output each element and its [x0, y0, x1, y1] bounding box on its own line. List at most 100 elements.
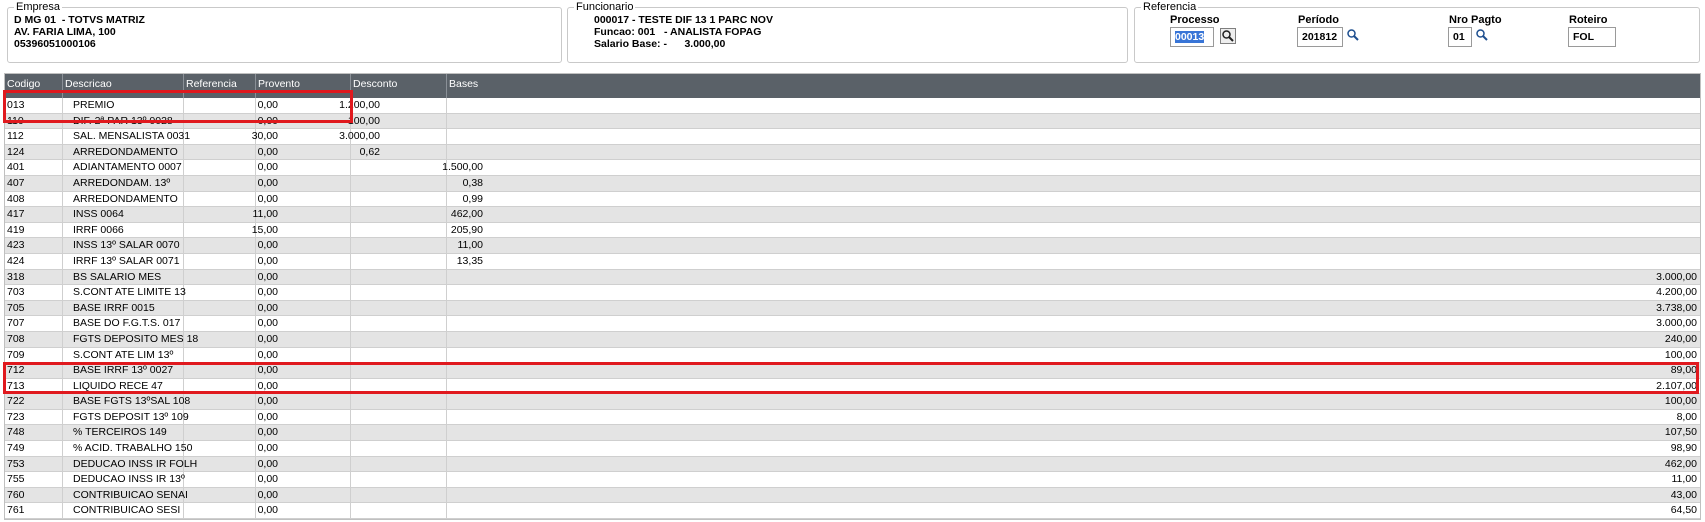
periodo-search-icon[interactable]: [1346, 28, 1362, 44]
cell-desconto: 1.500,00: [442, 161, 483, 174]
header-bases[interactable]: Bases: [449, 78, 478, 90]
cell-codigo: 761: [7, 504, 25, 517]
cell-descricao: SAL. MENSALISTA 0031: [73, 130, 191, 143]
cell-descricao: INSS 13º SALAR 0070: [73, 239, 180, 252]
cell-referencia: 0,00: [257, 348, 278, 361]
cell-descricao: FGTS DEPOSITO MES 18: [73, 332, 199, 345]
cell-desconto: 205,90: [450, 223, 483, 236]
table-row[interactable]: 753 DEDUCAO INSS IR FOLH 0,00 462,00: [5, 456, 1700, 473]
header-provento[interactable]: Provento: [258, 78, 300, 90]
table-row[interactable]: 749 % ACID. TRABALHO 150 0,00 98,90: [5, 441, 1700, 457]
table-header: Codigo Descricao Referencia Provento Des…: [5, 74, 1700, 98]
header-codigo[interactable]: Codigo: [7, 78, 40, 90]
table-row[interactable]: 760 CONTRIBUICAO SENAI 0,00 43,00: [5, 487, 1700, 504]
cell-codigo: 419: [7, 223, 25, 236]
cell-codigo: 112: [7, 130, 24, 143]
table-row[interactable]: 407 ARREDONDAM. 13º 0,00 0,38: [5, 175, 1700, 192]
empresa-title: Empresa: [14, 0, 63, 14]
cell-descricao: INSS 0064: [73, 208, 124, 221]
cell-descricao: BS SALARIO MES: [73, 270, 162, 283]
table-row[interactable]: 761 CONTRIBUICAO SESI 0,00 64,50: [5, 503, 1700, 520]
table-row[interactable]: 748 % TERCEIROS 149 0,00 107,50: [5, 425, 1700, 442]
cell-bases: 8,00: [1676, 410, 1697, 423]
nro-pagto-input[interactable]: 01: [1448, 27, 1472, 47]
table-row[interactable]: 712 BASE IRRF 13º 0027 0,00 89,00: [5, 363, 1700, 379]
cell-descricao: BASE DO F.G.T.S. 017: [73, 317, 181, 330]
cell-bases: 64,50: [1670, 504, 1697, 517]
cell-referencia: 0,00: [257, 192, 278, 205]
cell-codigo: 753: [7, 457, 25, 470]
processo-search-icon[interactable]: [1220, 28, 1236, 44]
cell-provento: 0,62: [359, 145, 380, 158]
cell-referencia: 15,00: [251, 223, 278, 236]
header-referencia[interactable]: Referencia: [186, 78, 237, 90]
cell-descricao: ARREDONDAM. 13º: [73, 176, 171, 189]
nro-pagto-label: Nro Pagto: [1449, 14, 1502, 26]
periodo-input[interactable]: 201812: [1297, 27, 1343, 47]
cell-referencia: 0,00: [257, 395, 278, 408]
table-row[interactable]: 424 IRRF 13º SALAR 0071 0,00 13,35: [5, 253, 1700, 270]
funcionario-panel: Funcionario 000017 - TESTE DIF 13 1 PARC…: [567, 0, 1128, 63]
cell-descricao: IRRF 13º SALAR 0071: [73, 254, 180, 267]
table-row[interactable]: 707 BASE DO F.G.T.S. 017 0,00 3.000,00: [5, 316, 1700, 332]
cell-provento: 100,00: [347, 114, 380, 127]
table-row[interactable]: 755 DEDUCAO INSS IR 13º 0,00 11,00: [5, 472, 1700, 488]
table-row[interactable]: 419 IRRF 0066 15,00 205,90: [5, 222, 1700, 239]
cell-desconto: 11,00: [457, 239, 484, 252]
cell-referencia: 0,00: [257, 161, 278, 174]
cell-bases: 98,90: [1670, 442, 1697, 455]
table-row[interactable]: 705 BASE IRRF 0015 0,00 3.738,00: [5, 300, 1700, 317]
cell-bases: 100,00: [1664, 395, 1697, 408]
header-desconto[interactable]: Desconto: [353, 78, 397, 90]
cell-referencia: 0,00: [257, 99, 278, 111]
cell-bases: 3.738,00: [1656, 301, 1697, 314]
table-row[interactable]: 110 DIF. 2ª PAR 13º 0028 0,00 100,00: [5, 113, 1700, 130]
cell-descricao: S.CONT ATE LIM 13º: [73, 348, 174, 361]
cell-referencia: 0,00: [257, 332, 278, 345]
table-row[interactable]: 423 INSS 13º SALAR 0070 0,00 11,00: [5, 238, 1700, 254]
cell-bases: 100,00: [1664, 348, 1697, 361]
table-row[interactable]: 408 ARREDONDAMENTO 0,00 0,99: [5, 191, 1700, 208]
header-descricao[interactable]: Descricao: [65, 78, 112, 90]
cell-descricao: BASE IRRF 13º 0027: [73, 364, 174, 377]
table-row[interactable]: 709 S.CONT ATE LIM 13º 0,00 100,00: [5, 347, 1700, 364]
cell-referencia: 0,00: [257, 301, 278, 314]
table-row[interactable]: 723 FGTS DEPOSIT 13º 109 0,00 8,00: [5, 409, 1700, 426]
table-row[interactable]: 417 INSS 0064 11,00 462,00: [5, 207, 1700, 223]
cell-descricao: BASE FGTS 13ºSAL 108: [73, 395, 191, 408]
nro-pagto-value: 01: [1453, 31, 1465, 43]
table-row[interactable]: 708 FGTS DEPOSITO MES 18 0,00 240,00: [5, 331, 1700, 348]
funcionario-title: Funcionario: [574, 0, 636, 14]
roteiro-input[interactable]: FOL: [1568, 27, 1616, 47]
periodo-value: 201812: [1302, 31, 1338, 43]
cell-codigo: 755: [7, 473, 25, 486]
cell-referencia: 0,00: [257, 364, 278, 377]
table-row[interactable]: 124 ARREDONDAMENTO 0,00 0,62: [5, 144, 1700, 161]
table-row[interactable]: 703 S.CONT ATE LIMITE 13 0,00 4.200,00: [5, 285, 1700, 301]
cell-descricao: BASE IRRF 0015: [73, 301, 155, 314]
cell-codigo: 749: [7, 442, 25, 455]
cell-descricao: ARREDONDAMENTO: [73, 145, 178, 158]
cell-codigo: 722: [7, 395, 25, 408]
cell-codigo: 705: [7, 301, 25, 314]
cell-descricao: IRRF 0066: [73, 223, 124, 236]
cell-referencia: 0,00: [257, 410, 278, 423]
cell-codigo: 712: [7, 364, 25, 377]
table-row[interactable]: 713 LIQUIDO RECE 47 0,00 2.107,00: [5, 378, 1700, 395]
nro-pagto-search-icon[interactable]: [1475, 28, 1491, 44]
cell-codigo: 703: [7, 286, 25, 299]
table-row[interactable]: 013 PREMIO 0,00 1.200,00: [5, 98, 1700, 114]
processo-input[interactable]: 00013: [1170, 27, 1214, 47]
table-row[interactable]: 112 SAL. MENSALISTA 0031 30,00 3.000,00: [5, 129, 1700, 145]
cell-codigo: 760: [7, 488, 25, 501]
cell-descricao: ADIANTAMENTO 0007: [73, 161, 182, 174]
table-row[interactable]: 318 BS SALARIO MES 0,00 3.000,00: [5, 269, 1700, 286]
cell-codigo: 713: [7, 379, 25, 392]
cell-referencia: 0,00: [257, 379, 278, 392]
table-row[interactable]: 722 BASE FGTS 13ºSAL 108 0,00 100,00: [5, 394, 1700, 410]
cell-descricao: % ACID. TRABALHO 150: [73, 442, 193, 455]
cell-bases: 107,50: [1664, 426, 1697, 439]
cell-referencia: 0,00: [257, 317, 278, 330]
cell-descricao: DIF. 2ª PAR 13º 0028: [73, 114, 173, 127]
table-row[interactable]: 401 ADIANTAMENTO 0007 0,00 1.500,00: [5, 160, 1700, 176]
